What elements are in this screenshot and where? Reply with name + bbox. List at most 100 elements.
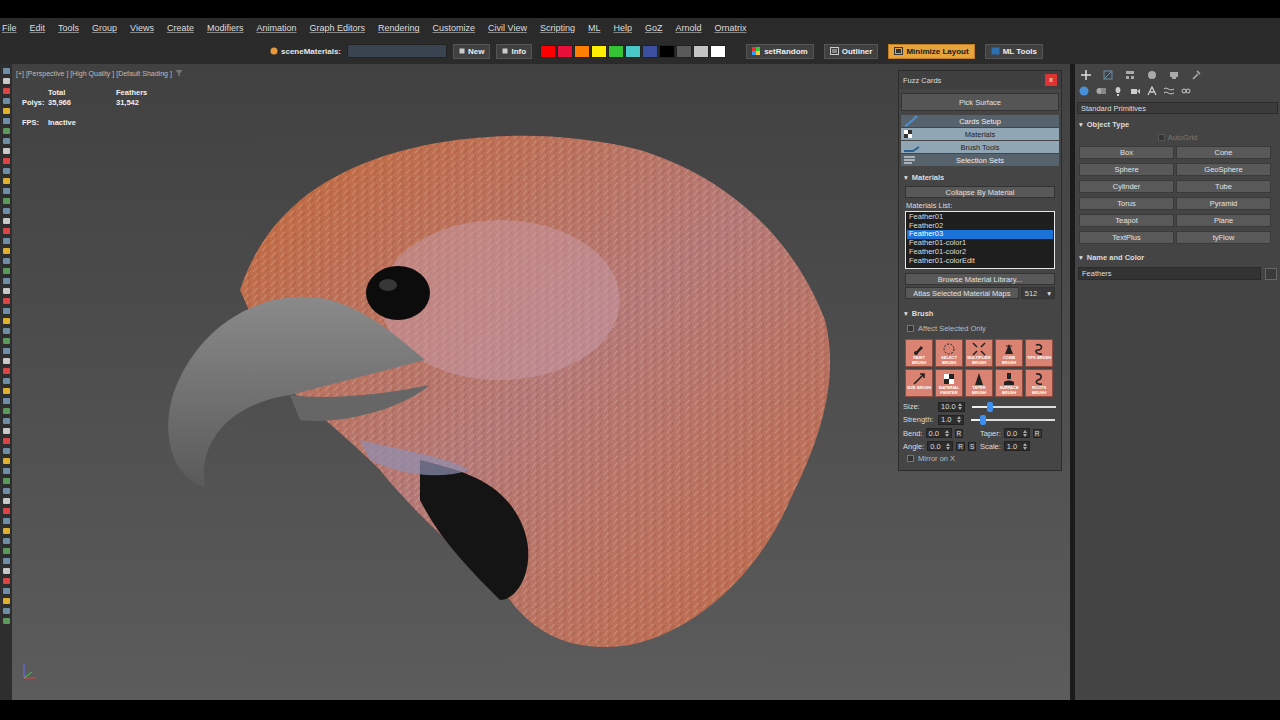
brush-tool-button[interactable]: MULTIPLIER BRUSH [965, 339, 993, 367]
rollout-tab[interactable]: Selection Sets [901, 154, 1059, 166]
menu-item[interactable]: Graph Editors [309, 23, 365, 33]
material-item[interactable]: Feather01-colorEdit [907, 257, 1053, 266]
slider-track[interactable] [971, 419, 1055, 421]
primitive-button[interactable]: Sphere [1079, 163, 1174, 176]
primitive-button[interactable]: GeoSphere [1176, 163, 1271, 176]
reset-button[interactable]: R [955, 429, 964, 438]
value-spinner[interactable]: 0.0 [926, 428, 952, 438]
atlas-maps-button[interactable]: Atlas Selected Material Maps [905, 287, 1019, 299]
object-color-swatch[interactable] [1265, 268, 1277, 280]
color-swatch[interactable] [676, 45, 692, 58]
material-item[interactable]: Feather01-color1 [907, 239, 1053, 248]
viewport[interactable]: [+] [Perspective ] [High Quality ] [Defa… [12, 64, 1075, 700]
slider-handle[interactable] [987, 402, 993, 412]
color-swatch[interactable] [710, 45, 726, 58]
systems-icon[interactable] [1181, 86, 1191, 96]
toolbar-tool[interactable]: ML Tools [985, 44, 1043, 59]
brush-tool-button[interactable]: ROOTS BRUSH [1025, 369, 1053, 397]
menu-item[interactable]: Create [167, 23, 194, 33]
value-spinner[interactable]: 1.0 [1004, 441, 1030, 451]
color-swatch[interactable] [642, 45, 658, 58]
browse-library-button[interactable]: Browse Material Library... [905, 273, 1055, 285]
motion-icon[interactable] [1147, 70, 1157, 80]
rollout-tab[interactable]: Materials [901, 128, 1059, 140]
brush-rollout-header[interactable]: ▾Brush [899, 306, 1061, 321]
toolbar-button[interactable]: New [453, 44, 490, 59]
menu-item[interactable]: Help [613, 23, 632, 33]
menu-item[interactable]: Group [92, 23, 117, 33]
toolbar-tool[interactable]: Outliner [824, 44, 879, 59]
filter-icon[interactable] [175, 69, 183, 77]
brush-tool-button[interactable]: SIZE BRUSH [905, 369, 933, 397]
color-swatch[interactable] [625, 45, 641, 58]
reset-button[interactable]: R [1033, 429, 1042, 438]
rollout-tab[interactable]: Brush Tools [901, 141, 1059, 153]
shapes-icon[interactable] [1096, 86, 1106, 96]
brush-tool-button[interactable]: SELECT BRUSH [935, 339, 963, 367]
create-icon[interactable] [1081, 70, 1091, 80]
viewport-label[interactable]: [+] [Perspective ] [High Quality ] [Defa… [16, 69, 183, 77]
object-name-field[interactable]: Feathers [1078, 267, 1261, 280]
rollout-tab[interactable]: Cards Setup [901, 115, 1059, 127]
primitive-button[interactable]: Tube [1176, 180, 1271, 193]
brush-tool-button[interactable]: COMB BRUSH [995, 339, 1023, 367]
slider-handle[interactable] [980, 415, 986, 425]
category-dropdown[interactable]: Standard Primitives [1077, 102, 1278, 114]
menu-item[interactable]: Ornatrix [714, 23, 746, 33]
color-swatch[interactable] [608, 45, 624, 58]
menu-item[interactable]: ML [588, 23, 601, 33]
brush-tool-button[interactable]: MATERIAL PAINTER [935, 369, 963, 397]
color-swatch[interactable] [574, 45, 590, 58]
primitive-button[interactable]: Torus [1079, 197, 1174, 210]
primitive-button[interactable]: Box [1079, 146, 1174, 159]
menu-item[interactable]: Tools [58, 23, 79, 33]
color-swatch[interactable] [693, 45, 709, 58]
primitive-button[interactable]: Cone [1176, 146, 1271, 159]
primitive-button[interactable]: tyFlow [1176, 231, 1271, 244]
menu-item[interactable]: Views [130, 23, 154, 33]
menu-item[interactable]: Modifiers [207, 23, 244, 33]
toolbar-tool[interactable]: setRandom [746, 44, 814, 59]
checkbox[interactable] [907, 455, 914, 462]
value-spinner[interactable]: 1.0 [938, 415, 964, 425]
menu-item[interactable]: Arnold [675, 23, 701, 33]
value-spinner[interactable]: 10.0 [938, 402, 965, 412]
material-item[interactable]: Feather02 [907, 222, 1053, 231]
brush-tool-button[interactable]: TAPER BRUSH [965, 369, 993, 397]
lights-icon[interactable] [1113, 86, 1123, 96]
primitive-button[interactable]: Plane [1176, 214, 1271, 227]
collapse-by-material-button[interactable]: Collapse By Material [905, 186, 1055, 198]
reset-button[interactable]: R [956, 442, 965, 451]
helpers-icon[interactable] [1147, 86, 1157, 96]
checkbox-row[interactable]: Affect Selected Only [899, 321, 1061, 336]
value-spinner[interactable]: 0.0 [927, 441, 953, 451]
object-type-header[interactable]: ▾Object Type [1075, 116, 1280, 131]
material-item[interactable]: Feather01-color2 [907, 248, 1053, 257]
material-item[interactable]: Feather01 [907, 213, 1053, 222]
menu-item[interactable]: Rendering [378, 23, 420, 33]
menu-item[interactable]: Edit [30, 23, 46, 33]
brush-tool-button[interactable]: TIPS BRUSH [1025, 339, 1053, 367]
menu-item[interactable]: File [2, 23, 17, 33]
space-warps-icon[interactable] [1164, 86, 1174, 96]
menu-item[interactable]: Customize [433, 23, 476, 33]
utilities-icon[interactable] [1191, 70, 1201, 80]
color-swatch[interactable] [591, 45, 607, 58]
value-spinner[interactable]: 0.0 [1004, 428, 1030, 438]
menu-item[interactable]: Animation [256, 23, 296, 33]
close-button[interactable]: x [1045, 74, 1057, 86]
atlas-size-dropdown[interactable]: 512▾ [1021, 287, 1055, 299]
primitive-button[interactable]: Teapot [1079, 214, 1174, 227]
checkbox-row[interactable]: Mirror on X [899, 451, 1061, 466]
hierarchy-icon[interactable] [1125, 70, 1135, 80]
menu-item[interactable]: GoZ [645, 23, 663, 33]
display-icon[interactable] [1169, 70, 1179, 80]
primitive-button[interactable]: TextPlus [1079, 231, 1174, 244]
materials-rollout-header[interactable]: ▾Materials [899, 170, 1061, 185]
material-item[interactable]: Feather03 [907, 230, 1053, 239]
name-and-color-header[interactable]: ▾Name and Color [1075, 249, 1280, 264]
menu-item[interactable]: Scripting [540, 23, 575, 33]
toolbar-tool[interactable]: Minimize Layout [888, 44, 974, 59]
reset-button[interactable]: S [968, 442, 976, 451]
color-swatch[interactable] [557, 45, 573, 58]
